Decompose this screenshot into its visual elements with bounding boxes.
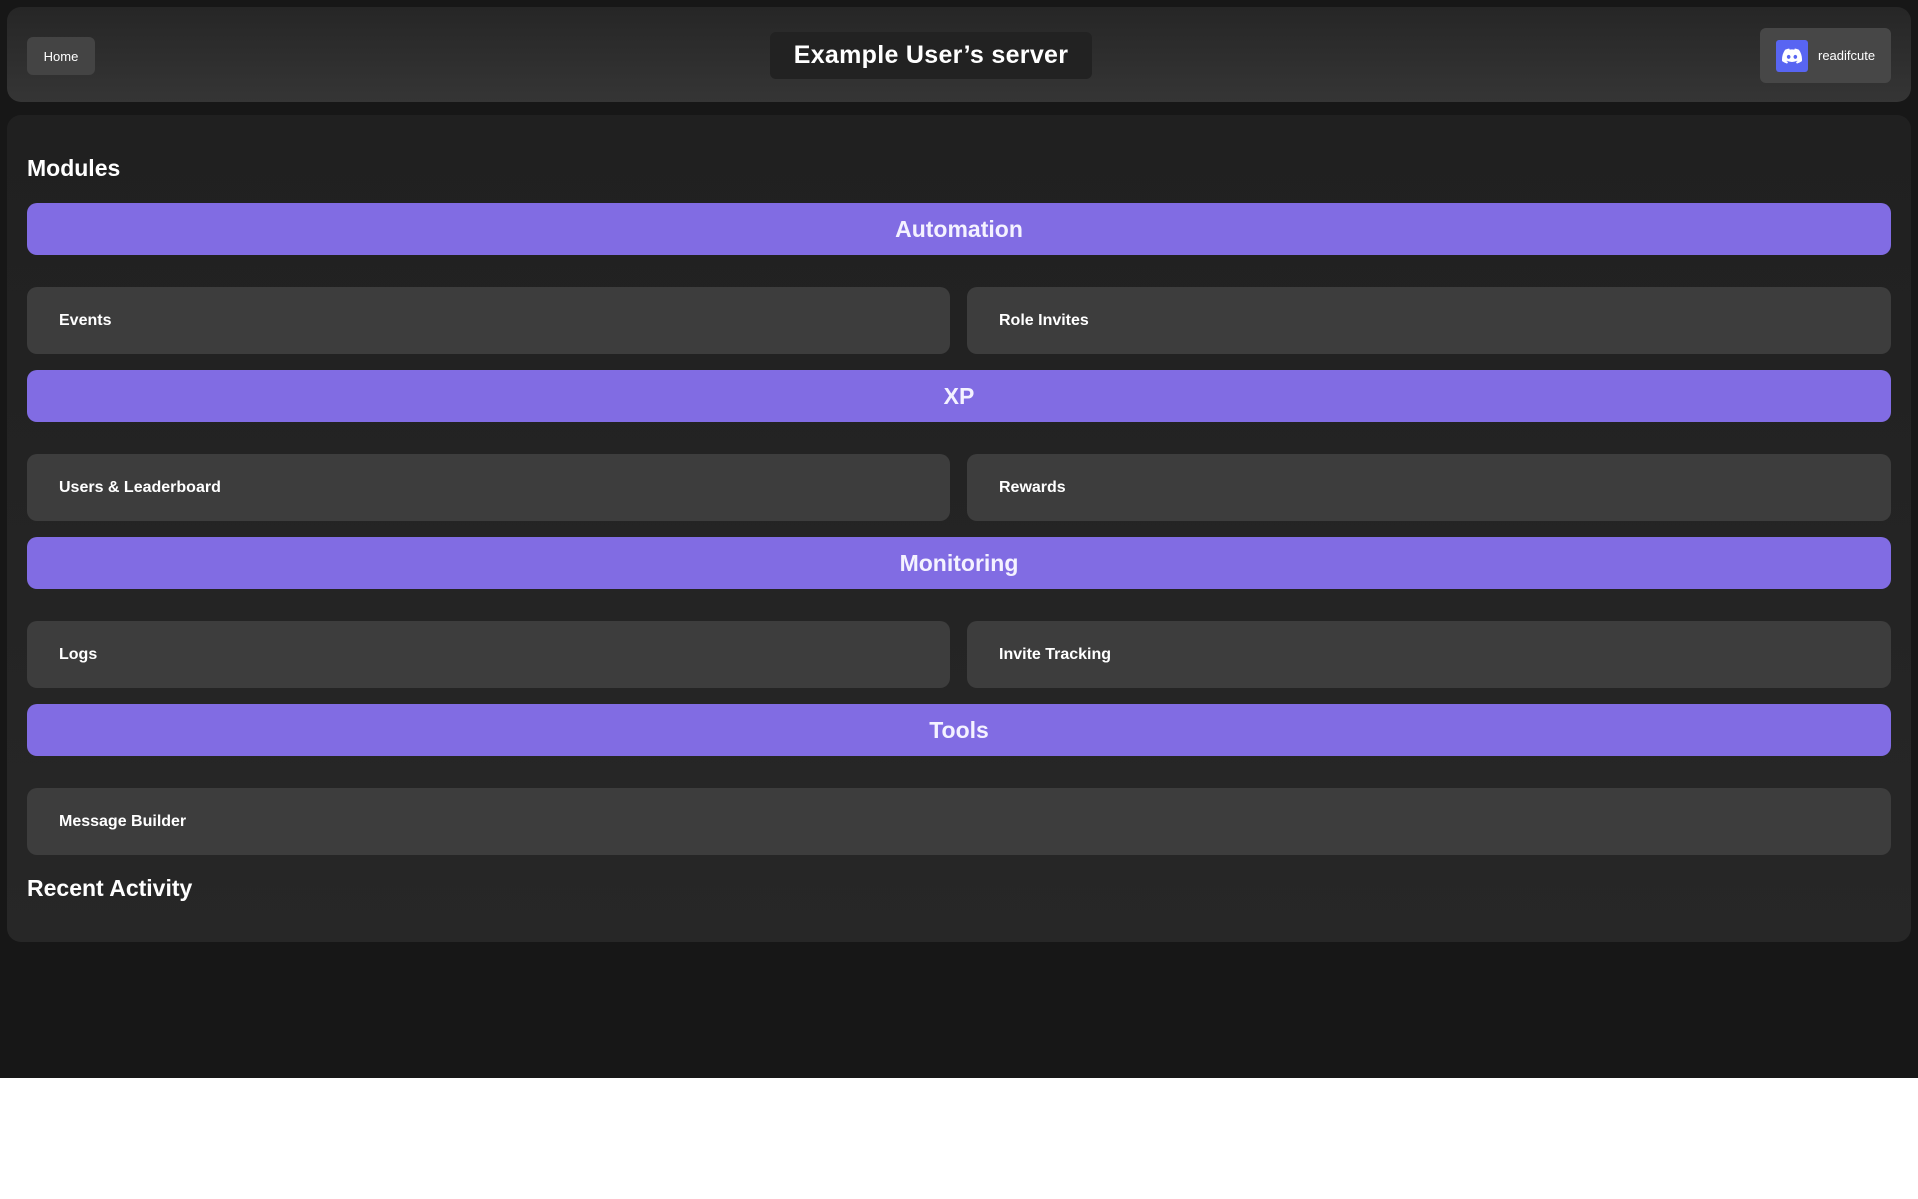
discord-glyph	[1782, 48, 1802, 64]
discord-logo-icon	[1776, 39, 1808, 72]
home-button[interactable]: Home	[27, 37, 95, 75]
category-xp: XP	[27, 370, 1891, 422]
module-role-invites[interactable]: Role Invites	[967, 287, 1891, 354]
module-users-leaderboard[interactable]: Users & Leaderboard	[27, 454, 950, 521]
server-title: Example User’s server	[770, 32, 1092, 79]
user-name: readifcute	[1818, 48, 1876, 63]
module-message-builder[interactable]: Message Builder	[27, 788, 1891, 855]
main-panel: Modules Automation Events Role Invites X…	[7, 115, 1911, 942]
modules-heading: Modules	[27, 155, 121, 181]
category-monitoring: Monitoring	[27, 537, 1891, 589]
user-account-button[interactable]: readifcute	[1760, 28, 1891, 83]
category-tools: Tools	[27, 704, 1891, 756]
module-invite-tracking[interactable]: Invite Tracking	[967, 621, 1891, 688]
app-viewport: Home Example User’s server readifcute Mo…	[0, 0, 1918, 1078]
category-automation: Automation	[27, 203, 1891, 255]
top-header: Home Example User’s server readifcute	[7, 7, 1911, 102]
module-events[interactable]: Events	[27, 287, 950, 354]
recent-activity-heading: Recent Activity	[27, 875, 193, 901]
module-logs[interactable]: Logs	[27, 621, 950, 688]
module-rewards[interactable]: Rewards	[967, 454, 1891, 521]
